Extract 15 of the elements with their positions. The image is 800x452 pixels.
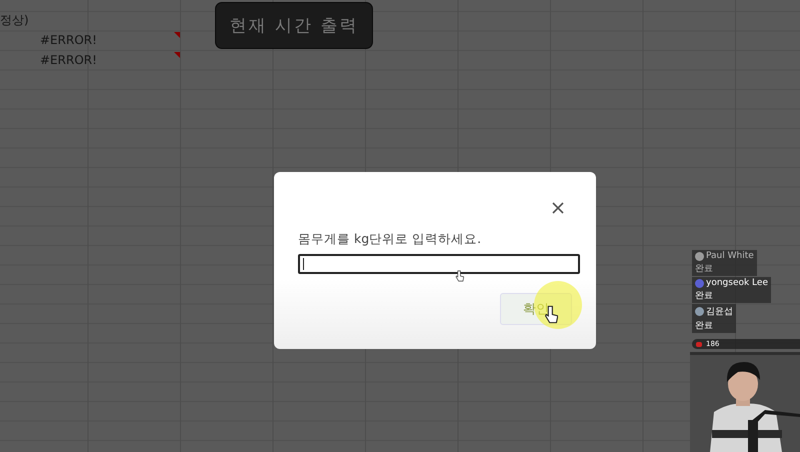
chat-author: 김윤섭: [706, 306, 733, 318]
chat-author: yongseok Lee: [706, 278, 768, 288]
pointer-hand-icon: [455, 270, 464, 282]
cell-text: #ERROR!: [40, 33, 97, 47]
input-field[interactable]: [298, 254, 580, 274]
cell-text: #ERROR!: [40, 53, 97, 67]
chat-text: 완료: [695, 290, 714, 302]
current-time-button[interactable]: 현재 시간 출력: [215, 2, 373, 49]
chat-text: 완료: [695, 263, 714, 275]
chat-author: Paul White: [706, 251, 754, 261]
close-icon[interactable]: [552, 202, 564, 214]
cell-text: 정상): [0, 12, 29, 28]
prompt-message: 몸무게를 kg단위로 입력하세요.: [298, 231, 482, 248]
chat-text: 완료: [695, 320, 714, 332]
live-icon: [696, 342, 702, 346]
